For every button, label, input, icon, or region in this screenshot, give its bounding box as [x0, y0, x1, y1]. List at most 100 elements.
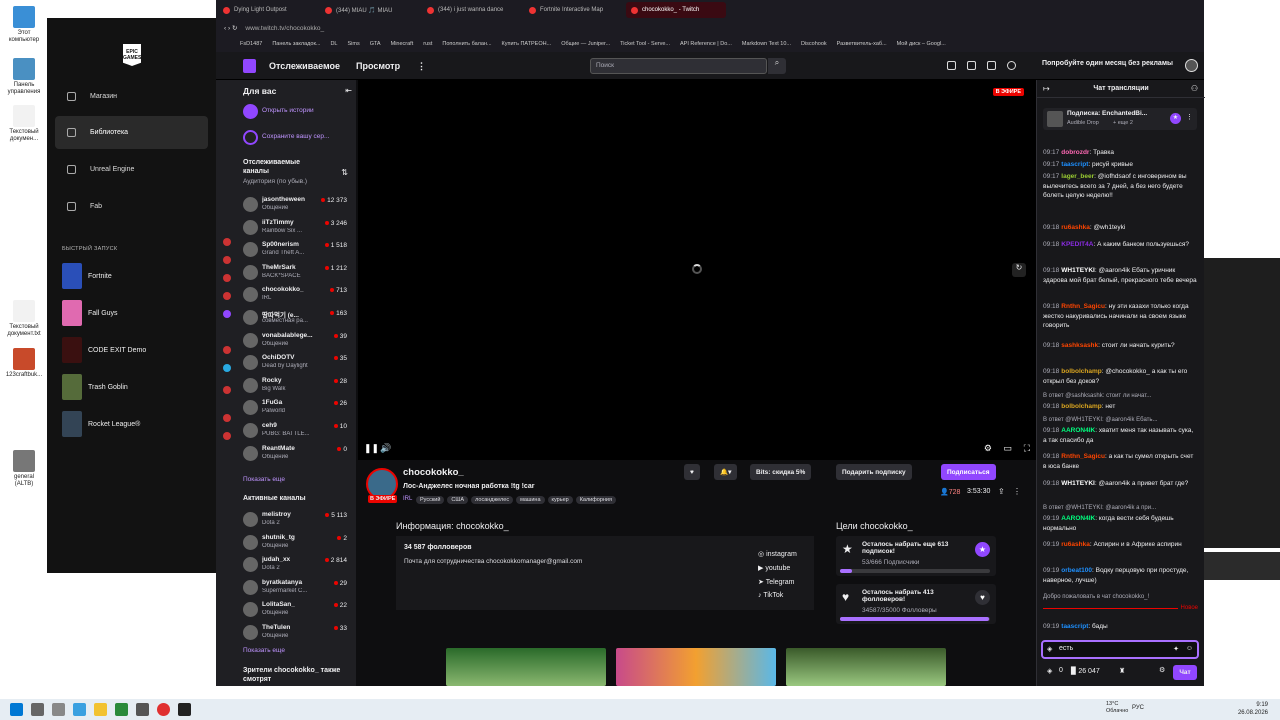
notify-bell-icon[interactable]: 🔔▾ — [714, 464, 738, 480]
rail-icon[interactable] — [223, 414, 231, 422]
sidebar-channel[interactable]: judah_xx Dota 2 2 814 — [243, 555, 353, 577]
bookmark[interactable]: Пополнить балан... — [442, 41, 491, 47]
gift-sub-button[interactable]: Подарить подписку — [836, 464, 912, 480]
chat-send-button[interactable]: Чат — [1173, 665, 1197, 680]
bookmark[interactable]: rust — [423, 41, 432, 47]
sidebar-channel[interactable]: TheMrSark BACK*SPACE 1 212 — [243, 263, 353, 285]
rewards-icon[interactable]: ✦ — [1173, 645, 1179, 653]
chat-message[interactable]: 09:17 taascript: рисуй кривые — [1043, 160, 1197, 170]
browser-tab[interactable]: Dying Light Outpost — [218, 2, 318, 18]
chat-username[interactable]: taascript — [1061, 161, 1088, 168]
search-icon[interactable]: ⌕ — [768, 58, 786, 74]
pause-icon[interactable]: ❚❚ — [364, 443, 379, 454]
sidebar-channel[interactable]: shutnik_tg Общение 2 — [243, 533, 353, 555]
bookmark[interactable]: Markdown Text 10... — [742, 41, 791, 47]
tag[interactable]: США — [447, 496, 469, 504]
video-player[interactable]: В ЭФИРЕ ↻ ❚❚ 🔊 ⚙ ▭ ⛶ — [358, 80, 1036, 460]
chat-username[interactable]: ru6ashka — [1061, 224, 1090, 231]
chat-username[interactable]: sashksashk — [1061, 342, 1098, 349]
leaderboard-icon[interactable]: ♜ — [1119, 667, 1125, 675]
rail-icon[interactable] — [223, 274, 231, 282]
rail-icon[interactable] — [223, 256, 231, 264]
sidebar-channel[interactable]: ceh9 PUBG: BATTLE... 10 — [243, 421, 353, 443]
app-icon[interactable] — [115, 703, 128, 716]
rail-icon[interactable] — [223, 346, 231, 354]
chat-username[interactable]: bolbolchamp — [1061, 403, 1101, 410]
game-item[interactable]: Rocket League® — [62, 411, 140, 437]
desktop-icon[interactable]: Текстовый документ.txt — [4, 300, 44, 338]
bookmark[interactable]: FsD1487 — [240, 41, 262, 47]
chat-message[interactable]: 09:19 orbeat100: Водку перцовую при прост… — [1043, 566, 1197, 585]
tag[interactable]: Русский — [416, 496, 445, 504]
sidebar-channel[interactable]: ReantMate Общение 0 — [243, 444, 353, 466]
desktop-icon[interactable]: Панель управления — [4, 58, 44, 96]
desktop-icon[interactable]: general (ALTB) — [4, 450, 44, 488]
chat-username[interactable]: lager_beer — [1061, 173, 1094, 180]
address-bar[interactable]: ‹ › ↻ www.twitch.tv/chocokokko_ — [216, 20, 1204, 36]
nav-following[interactable]: Отслеживаемое — [269, 61, 340, 71]
subscribe-star-icon[interactable]: ★ — [975, 542, 990, 557]
app-icon[interactable] — [136, 703, 149, 716]
browser-tab[interactable]: Fortnite Interactive Map — [524, 2, 624, 18]
pinned-sub-drop[interactable]: Подписка: EnchantedBi... Audible Drop + … — [1043, 108, 1197, 130]
chat-username[interactable]: KPEDIT4A — [1061, 241, 1093, 248]
rail-icon[interactable] — [223, 386, 231, 394]
panel-image[interactable] — [616, 648, 776, 686]
sidebar-channel[interactable]: OchiDOTV Dead by Daylight 35 — [243, 353, 353, 375]
rec-stories[interactable]: Открыть истории — [243, 102, 353, 124]
sidebar-channel[interactable]: Rocky Big Walk 28 — [243, 376, 353, 398]
bits-balance[interactable]: ▉ 26 047 — [1071, 667, 1100, 675]
notifications-icon[interactable] — [987, 61, 996, 70]
sidebar-channel[interactable]: 땅따먹기 (e... совместная ра... 163 — [243, 308, 353, 330]
chat-message[interactable]: 09:18 Rnthn_Sagicu: а как ты сумел открыт… — [1043, 452, 1197, 471]
bits-discount-button[interactable]: Bits: скидка 5% — [750, 464, 812, 480]
panel-image[interactable] — [446, 648, 606, 686]
sidebar-channel[interactable]: LolitaSan_ Общение 22 — [243, 600, 353, 622]
nav-fab[interactable]: Fab — [55, 190, 208, 223]
bits-icon[interactable]: ◈ — [1047, 645, 1052, 653]
browser-tab[interactable]: chocokokko_ - Twitch — [626, 2, 726, 18]
bits-icon[interactable] — [1007, 61, 1016, 70]
bookmark[interactable]: Разветвитель-хаб... — [837, 41, 887, 47]
volume-icon[interactable]: 🔊 — [380, 443, 391, 454]
tag[interactable]: курьер — [547, 496, 573, 504]
sort-icon[interactable]: ⇅ — [341, 168, 348, 177]
collapse-icon[interactable]: ⇤ — [345, 86, 352, 95]
chat-message[interactable]: 09:18 bolbolchamp: @chocokokko_ а как ты … — [1043, 367, 1197, 386]
chat-input[interactable]: ◈ есть ✦ ☺ — [1041, 640, 1199, 659]
game-item[interactable]: Fall Guys — [62, 300, 118, 326]
show-more-link-2[interactable]: Показать еще — [243, 647, 285, 654]
more-options-icon[interactable]: ⋮ — [1013, 487, 1021, 496]
widgets-icon[interactable] — [73, 703, 86, 716]
chat-message[interactable]: 09:19 ru6ashka: Аспирин и в Африке аспири… — [1043, 540, 1197, 550]
search-input[interactable]: Поиск — [590, 58, 767, 74]
browser-tab[interactable]: (344) MIAU 🎵 MIAU — [320, 2, 420, 18]
nav-library[interactable]: Библиотека — [55, 116, 208, 149]
sidebar-channel[interactable]: jasontheween Общение 12 373 — [243, 195, 353, 217]
more-icon[interactable]: ⋮ — [1186, 113, 1193, 121]
nav-browse[interactable]: Просмотр — [356, 61, 400, 71]
epic-games-icon[interactable] — [178, 703, 191, 716]
social-tiktok[interactable]: ♪ TikTok — [758, 592, 783, 599]
chat-message[interactable]: 09:19 AARON4IK: когда вести себя будешь н… — [1043, 514, 1197, 533]
chat-username[interactable]: bolbolchamp — [1061, 368, 1101, 375]
nav-store[interactable]: Магазин — [55, 80, 208, 113]
chat-username[interactable]: AARON4IK — [1061, 427, 1095, 434]
social-telegram[interactable]: ➤ Telegram — [758, 578, 794, 586]
follow-heart-icon[interactable]: ♥ — [684, 464, 700, 480]
rec-save[interactable]: Сохраните вашу сер... — [243, 128, 353, 150]
rail-icon[interactable] — [223, 238, 231, 246]
chat-username[interactable]: AARON4IK — [1061, 515, 1095, 522]
weather-widget[interactable]: 13°C Облачно — [1106, 701, 1128, 715]
sidebar-channel[interactable]: iiTzTimmy Rainbow Six ... 3 246 — [243, 218, 353, 240]
social-youtube[interactable]: ▶ youtube — [758, 564, 790, 572]
show-more-link[interactable]: Показать еще — [243, 476, 285, 483]
chat-message[interactable]: 09:18 WH1TEYKI: @aaron4ik Ебать уричник з… — [1043, 266, 1197, 285]
sidebar-channel[interactable]: Sp00nerism Grand Theft A... 1 518 — [243, 240, 353, 262]
desktop-icon[interactable]: 123craftbuk... — [4, 348, 44, 379]
browser-tab[interactable]: (344) i just wanna dance — [422, 2, 522, 18]
chat-message[interactable]: 09:17 lager_beer: @iofhdsaof с инговерино… — [1043, 172, 1197, 201]
rail-icon[interactable] — [223, 364, 231, 372]
chat-message[interactable]: 09:18 Rnthn_Sagicu: ну эти казахи только … — [1043, 302, 1197, 331]
more-icon[interactable]: ⋮ — [417, 61, 426, 72]
